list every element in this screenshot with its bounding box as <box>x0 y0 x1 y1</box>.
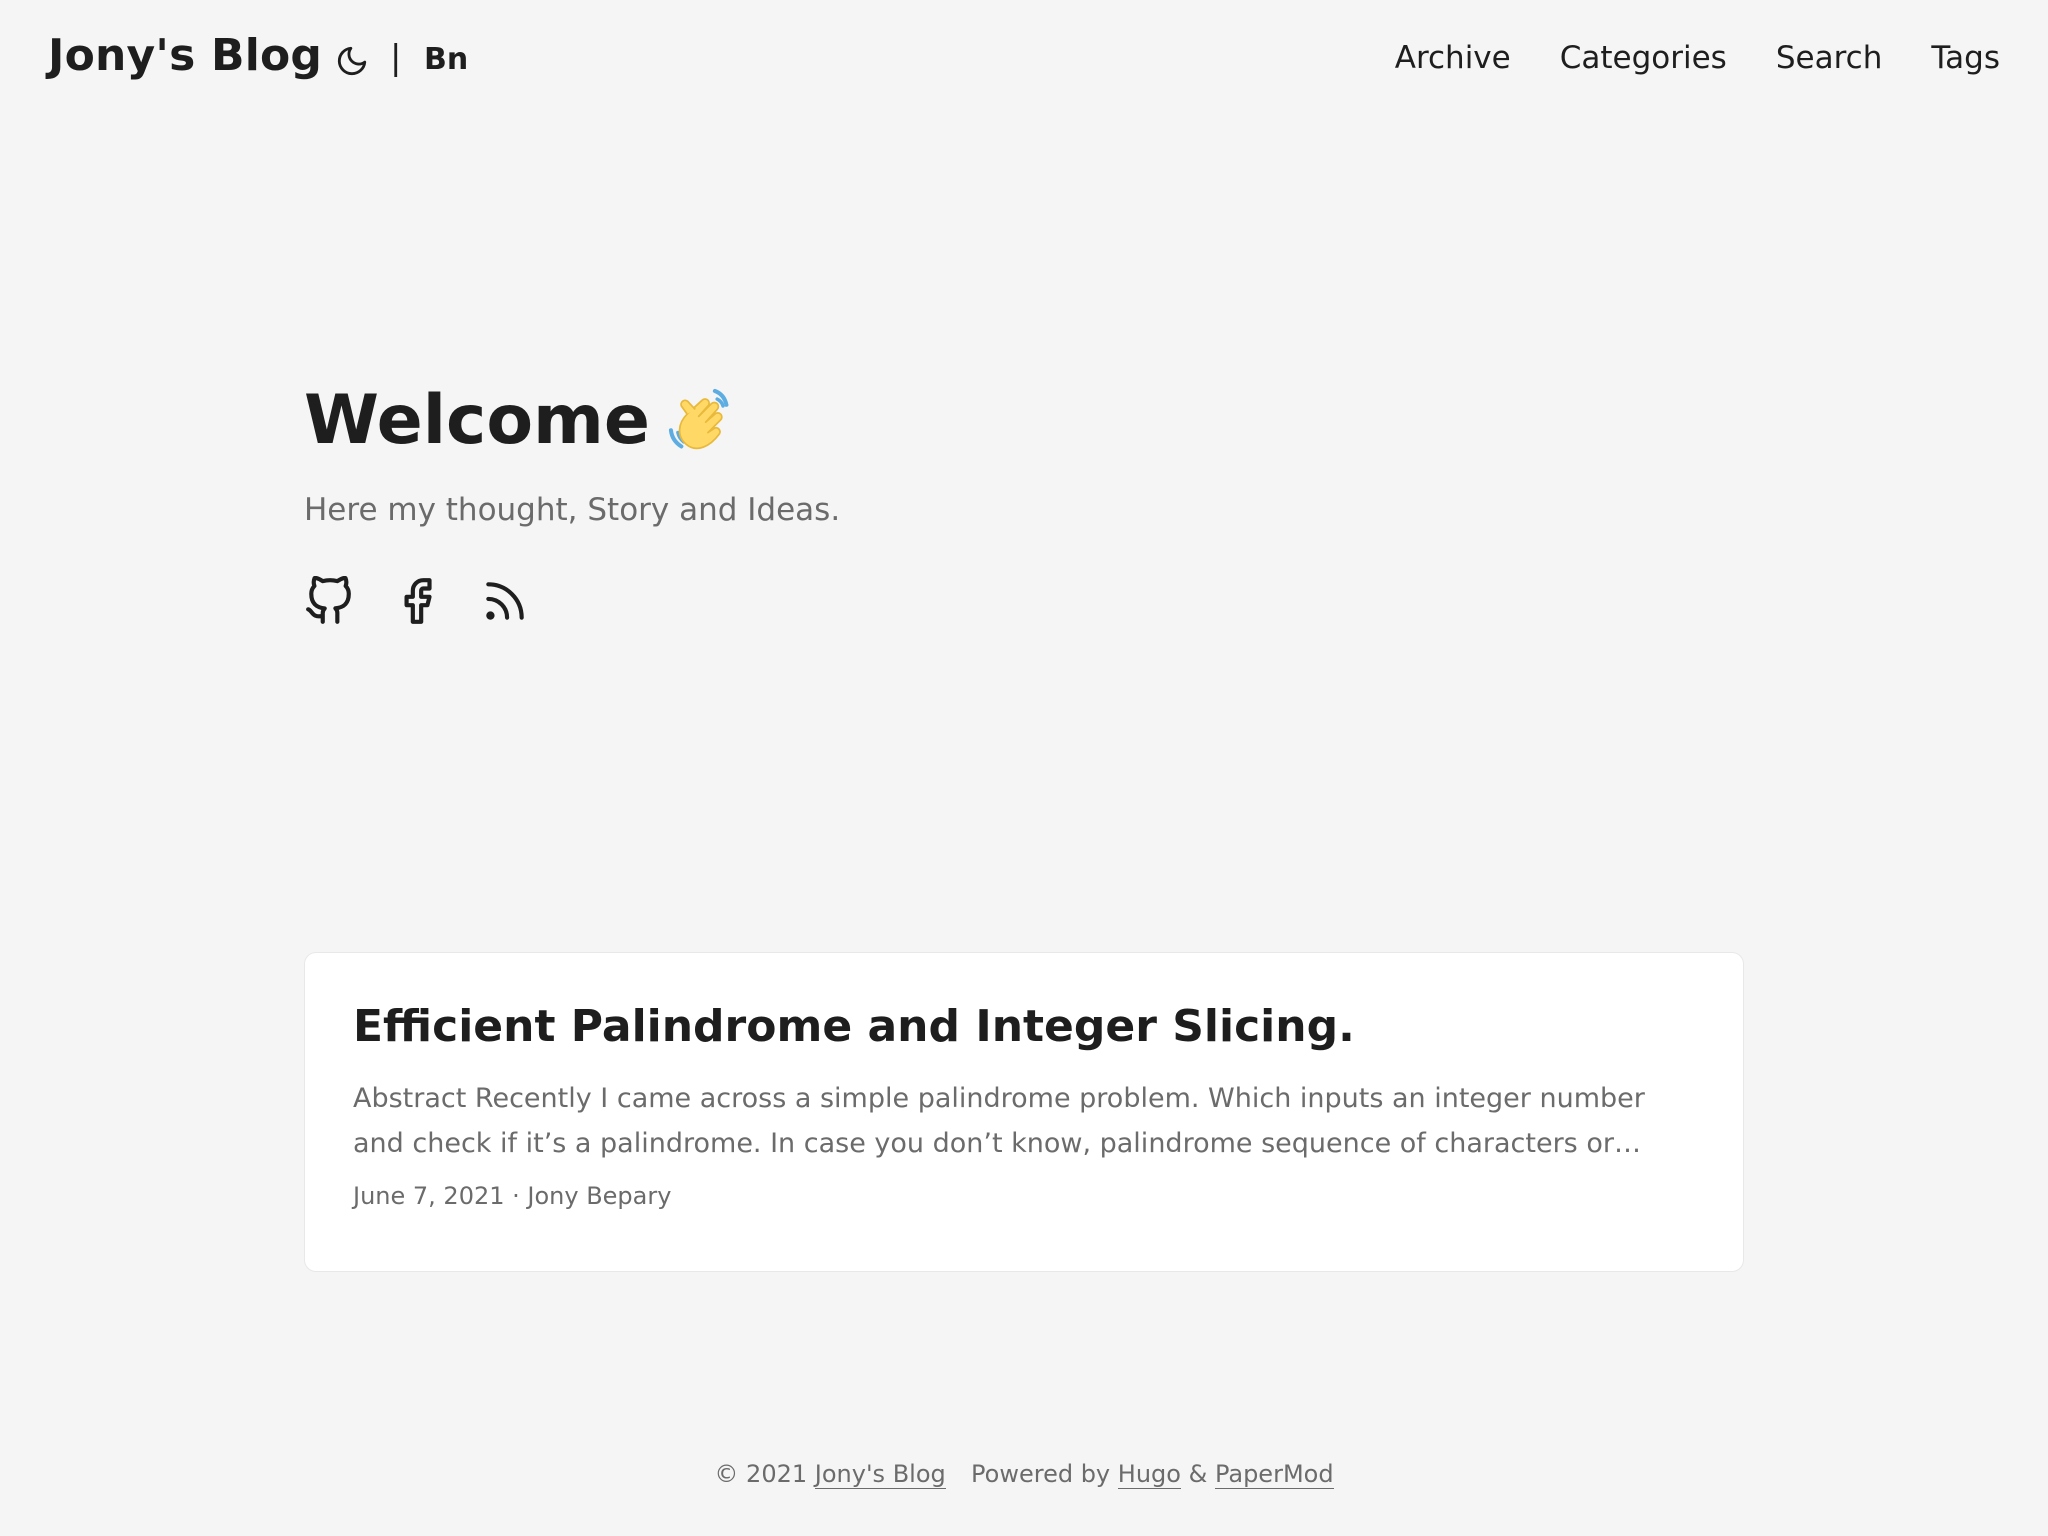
footer-copyright: © 2021 <box>714 1460 808 1488</box>
site-logo[interactable]: Jony's Blog <box>48 30 322 81</box>
moon-icon <box>337 46 367 76</box>
hero-title: Welcome <box>304 381 651 460</box>
site-footer: © 2021 Jony's Blog Powered by Hugo & Pap… <box>0 1460 2048 1489</box>
post-excerpt: Abstract Recently I came across a simple… <box>353 1082 1645 1159</box>
github-link[interactable] <box>304 575 354 626</box>
theme-toggle-button[interactable] <box>334 43 370 79</box>
rss-link[interactable] <box>480 576 530 626</box>
language-separator: | <box>390 38 402 78</box>
rss-icon <box>486 581 524 620</box>
facebook-link[interactable] <box>392 576 442 626</box>
home-info: Welcome Here my thought, Story and Ideas… <box>304 380 1744 626</box>
footer-powered-by: Powered by <box>971 1460 1111 1488</box>
language-switch-link[interactable]: Bn <box>424 42 468 77</box>
footer-hugo-link[interactable]: Hugo <box>1117 1460 1181 1489</box>
post-meta: June 7, 2021 · Jony Bepary <box>353 1181 672 1210</box>
nav-item-categories[interactable]: Categories <box>1560 40 1727 76</box>
github-icon <box>306 575 351 624</box>
hero-subtitle: Here my thought, Story and Ideas. <box>304 491 841 528</box>
post-entry-card[interactable]: Efficient Palindrome and Integer Slicing… <box>304 952 1744 1272</box>
main-nav: Archive Categories Search Tags <box>1395 40 2000 76</box>
hero-title-row: Welcome <box>304 380 1744 462</box>
footer-ampersand: & <box>1188 1460 1208 1488</box>
nav-item-search[interactable]: Search <box>1776 40 1883 76</box>
facebook-icon <box>404 577 432 624</box>
nav-item-tags[interactable]: Tags <box>1931 40 2000 76</box>
nav-item-archive[interactable]: Archive <box>1395 40 1511 76</box>
post-title[interactable]: Efficient Palindrome and Integer Slicing… <box>353 1001 1695 1054</box>
site-header: Jony's Blog | Bn Archive Categories Sear… <box>0 0 2048 120</box>
social-links <box>304 575 1744 626</box>
footer-site-link[interactable]: Jony's Blog <box>814 1460 946 1489</box>
waving-hand-icon <box>664 384 738 458</box>
footer-papermod-link[interactable]: PaperMod <box>1214 1460 1334 1489</box>
